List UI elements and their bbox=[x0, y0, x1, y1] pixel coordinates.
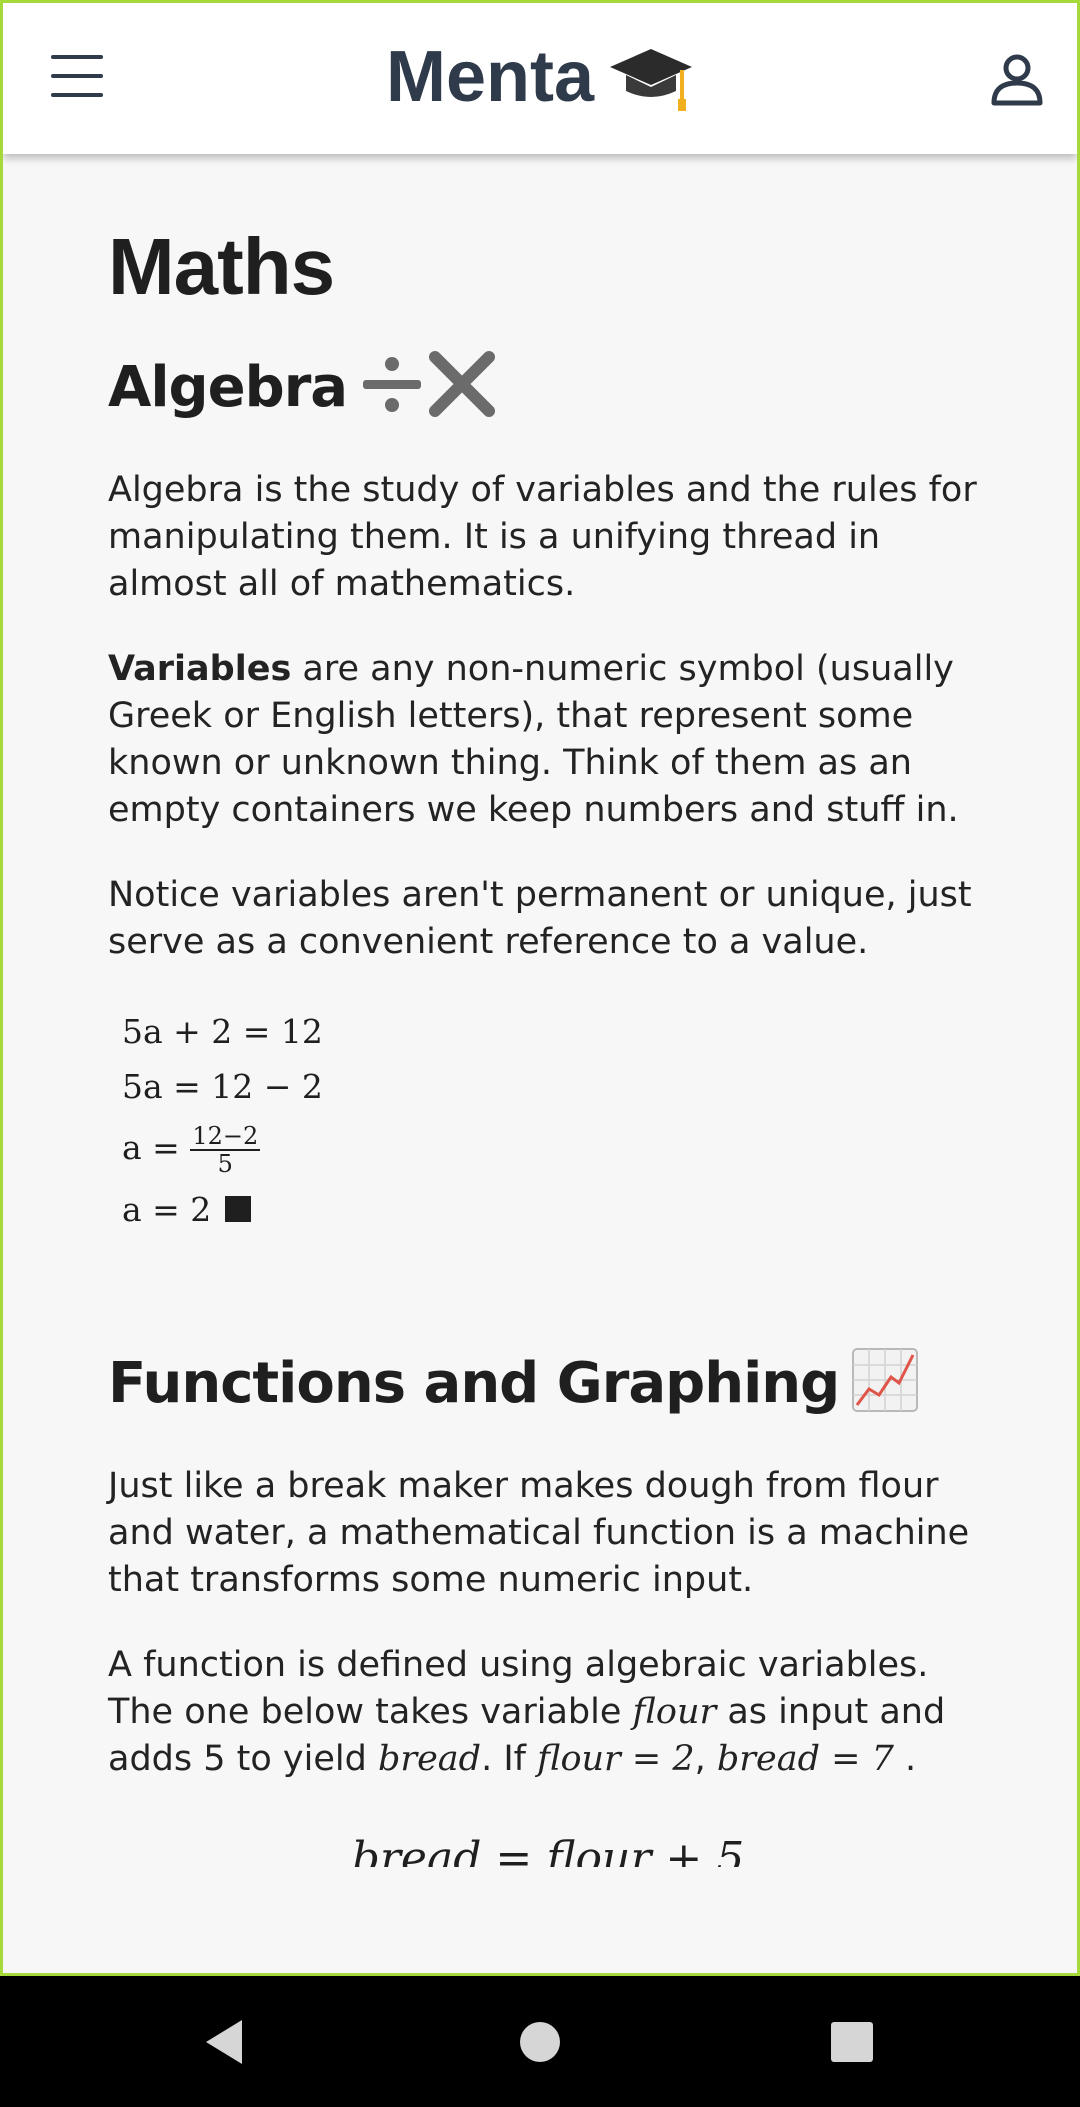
functions-heading-text: Functions and Graphing bbox=[108, 1351, 840, 1417]
multiplication-icon bbox=[427, 351, 497, 431]
equation-line-3: a = 12−2 5 bbox=[122, 1114, 988, 1182]
functions-paragraph-2: A function is defined using algebraic va… bbox=[108, 1642, 988, 1783]
app-title-text: Menta bbox=[385, 37, 595, 117]
algebra-heading-text: Algebra bbox=[108, 355, 348, 421]
algebra-paragraph-1: Algebra is the study of variables and th… bbox=[108, 470, 977, 604]
text-span: , bbox=[694, 1739, 717, 1779]
display-equation: bread = flour + 5 bbox=[351, 1833, 745, 1867]
app-title[interactable]: Menta bbox=[3, 29, 1077, 125]
equation-block: 5a + 2 = 12 5a = 12 − 2 a = 12−2 5 a = 2 bbox=[122, 1004, 988, 1237]
algebra-heading: Algebra bbox=[108, 351, 988, 431]
equation-line-2: 5a = 12 − 2 bbox=[122, 1059, 988, 1114]
graduation-cap-icon bbox=[608, 41, 694, 111]
math-inline: flour = 2 bbox=[537, 1739, 695, 1779]
back-triangle-icon bbox=[206, 2020, 242, 2064]
equation-line-1: 5a + 2 = 12 bbox=[122, 1004, 988, 1059]
page-title: Maths bbox=[108, 222, 335, 311]
math-inline: bread = 7 bbox=[716, 1739, 894, 1779]
functions-paragraph-1: Just like a break maker makes dough from… bbox=[108, 1466, 970, 1600]
equation-line-4: a = 2 bbox=[122, 1182, 988, 1237]
fraction-numerator: 12−2 bbox=[190, 1122, 261, 1151]
recents-button[interactable] bbox=[831, 2022, 873, 2062]
app-bar: Menta bbox=[3, 3, 1077, 154]
page-content: Maths Algebra Algebra is the study of va… bbox=[108, 163, 988, 1867]
functions-section: Functions and Graphing Just like a break… bbox=[108, 1347, 988, 1867]
functions-heading: Functions and Graphing bbox=[108, 1347, 988, 1427]
user-icon bbox=[991, 54, 1043, 106]
algebra-paragraph-3: Notice variables aren't permanent or uni… bbox=[108, 875, 972, 962]
text-span: . If bbox=[481, 1739, 538, 1779]
qed-square-icon bbox=[225, 1196, 252, 1222]
account-button[interactable] bbox=[989, 51, 1045, 107]
home-button[interactable] bbox=[520, 2022, 560, 2062]
fraction-denominator: 5 bbox=[217, 1150, 233, 1178]
app-screen: Menta Maths Algebra Algebra is the study… bbox=[0, 0, 1080, 1976]
equation-text: 5a = 12 − 2 bbox=[122, 1067, 323, 1106]
equation-text: a = bbox=[122, 1128, 191, 1167]
text-span: . bbox=[893, 1739, 917, 1779]
back-button[interactable] bbox=[204, 2018, 244, 2070]
equation-text: 5a + 2 = 12 bbox=[122, 1012, 323, 1051]
fraction: 12−2 5 bbox=[190, 1122, 261, 1178]
chart-increasing-icon bbox=[851, 1347, 919, 1427]
algebra-paragraph-2: Variables are any non-numeric symbol (us… bbox=[108, 646, 988, 834]
division-icon bbox=[359, 351, 425, 431]
variables-term: Variables bbox=[108, 649, 292, 689]
math-inline: bread bbox=[377, 1739, 482, 1779]
equation-text: a = 2 bbox=[122, 1190, 212, 1229]
math-inline: flour bbox=[632, 1692, 717, 1732]
